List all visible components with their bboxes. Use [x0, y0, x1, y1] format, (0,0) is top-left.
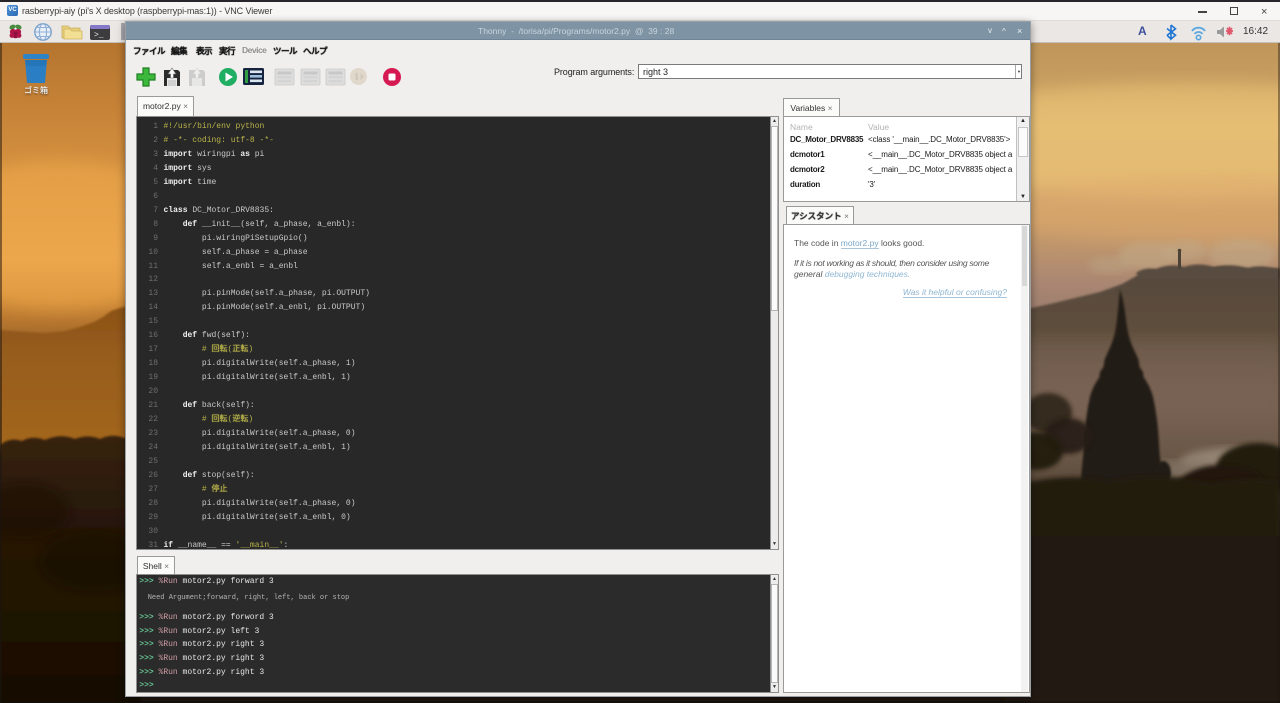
svg-text:>_: >_ [94, 31, 104, 40]
